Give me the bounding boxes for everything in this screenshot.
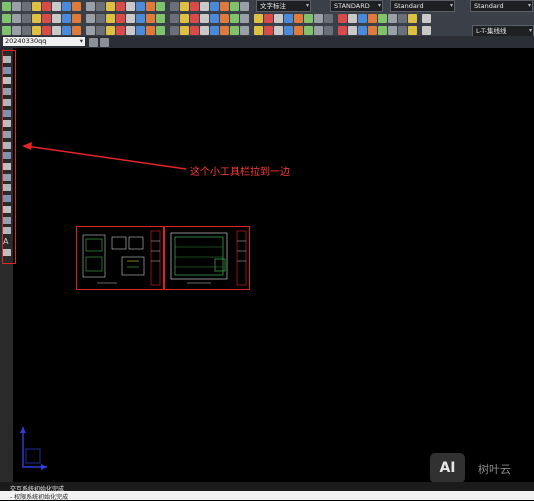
drawing-sheet-left[interactable] — [76, 226, 164, 290]
floor-plan-right-icon — [170, 230, 247, 286]
watermark-name: 树叶云 — [478, 463, 511, 476]
annotation-text: 这个小工具栏拉到一边 — [190, 167, 290, 178]
floor-plan-left-icon — [82, 230, 161, 286]
command-input-line[interactable]: - 权限系统初始化完成 — [0, 491, 534, 501]
drawing-sheet-right[interactable] — [164, 226, 250, 290]
ucs-icon — [20, 427, 47, 470]
watermark-badge: AI — [430, 453, 465, 483]
